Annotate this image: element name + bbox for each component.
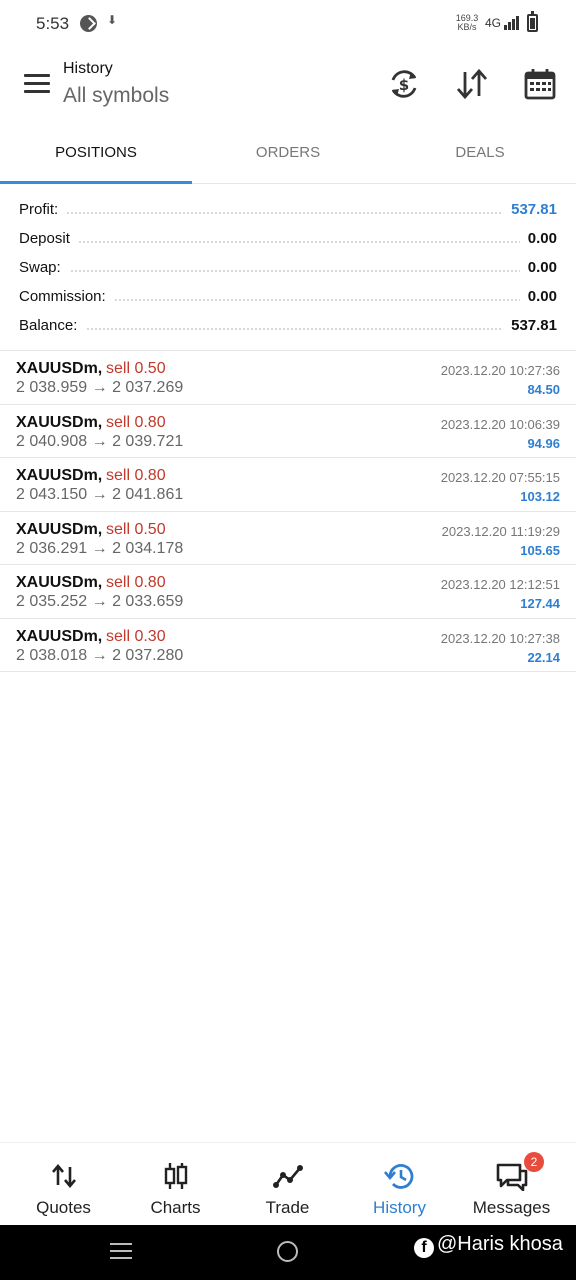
nav-trade[interactable]: Trade — [230, 1143, 345, 1226]
summary-profit: Profit: 537.81 — [0, 196, 576, 225]
position-prices: 2 035.252 → 2 033.659 — [16, 593, 184, 610]
summary-label: Swap: — [19, 259, 69, 276]
position-prices: 2 043.150 → 2 041.861 — [16, 486, 184, 503]
app-header: History All symbols $ — [0, 46, 576, 126]
status-time: 5:53 — [36, 14, 70, 33]
position-profit: 105.65 — [520, 542, 560, 558]
summary-value: 537.81 — [503, 201, 557, 218]
nav-label: Trade — [265, 1198, 310, 1217]
trade-line-icon — [273, 1165, 303, 1188]
position-profit: 22.14 — [527, 649, 560, 665]
tab-bar: POSITIONS ORDERS DEALS — [0, 126, 576, 184]
position-prices: 2 038.018 → 2 037.280 — [16, 646, 184, 664]
positions-list: XAUUSDm, sell 0.50 2 038.959 → 2 037.269… — [0, 350, 576, 672]
network-type: 4G — [485, 16, 502, 30]
position-profit: 127.44 — [520, 596, 560, 611]
nav-history[interactable]: History — [342, 1143, 457, 1226]
position-time: 2023.12.20 10:27:38 — [440, 630, 560, 646]
position-symbol: XAUUSDm, — [16, 520, 103, 538]
currency-exchange-icon[interactable]: $ — [386, 66, 422, 102]
menu-icon[interactable] — [24, 74, 50, 94]
position-row[interactable]: XAUUSDm, sell 0.80 2 035.252 → 2 033.659… — [0, 565, 576, 619]
unread-badge: 2 — [524, 1152, 544, 1172]
summary-panel: Profit: 537.81 Deposit 0.00 Swap: 0.00 C… — [0, 196, 576, 341]
position-symbol: XAUUSDm, — [16, 627, 103, 645]
position-type: sell 0.80 — [106, 413, 166, 431]
battery-icon — [527, 11, 538, 32]
nav-quotes[interactable]: Quotes — [6, 1143, 121, 1226]
position-time: 2023.12.20 07:55:15 — [440, 470, 560, 485]
summary-label: Profit: — [19, 201, 67, 218]
position-time: 2023.12.20 11:19:29 — [441, 523, 560, 539]
system-nav-bar: f @Haris khosa — [0, 1225, 576, 1280]
position-row[interactable]: XAUUSDm, sell 0.80 2 043.150 → 2 041.861… — [0, 458, 576, 512]
sort-icon[interactable] — [454, 66, 490, 102]
position-prices: 2 038.959 → 2 037.269 — [16, 379, 184, 396]
calendar-icon[interactable] — [522, 66, 558, 102]
summary-value: 0.00 — [519, 259, 557, 276]
nav-label: Charts — [150, 1198, 201, 1217]
position-symbol: XAUUSDm, — [16, 467, 103, 484]
tab-deals[interactable]: DEALS — [384, 126, 576, 184]
position-prices: 2 036.291 → 2 034.178 — [16, 539, 184, 557]
position-profit: 94.96 — [527, 435, 560, 451]
position-time: 2023.12.20 10:06:39 — [440, 416, 560, 432]
svg-text:$: $ — [399, 76, 409, 94]
position-symbol: XAUUSDm, — [16, 413, 103, 431]
nav-messages[interactable]: 2 Messages — [454, 1143, 569, 1226]
position-type: sell 0.50 — [106, 520, 166, 538]
status-bar: 5:53 ⬇ 169.3 KB/s 4G — [0, 0, 576, 46]
home-icon[interactable] — [277, 1241, 298, 1262]
summary-value: 537.81 — [503, 317, 557, 334]
position-row[interactable]: XAUUSDm, sell 0.80 2 040.908 → 2 039.721… — [0, 405, 576, 458]
summary-value: 0.00 — [519, 230, 557, 247]
signal-icon — [504, 16, 520, 30]
position-symbol: XAUUSDm, — [16, 360, 103, 377]
position-row[interactable]: XAUUSDm, sell 0.30 2 038.018 → 2 037.280… — [0, 619, 576, 672]
download-arrow-icon: ⬇ — [107, 13, 118, 27]
page-title: History — [63, 60, 113, 77]
nav-label: Quotes — [36, 1198, 91, 1217]
position-type: sell 0.30 — [106, 627, 166, 645]
nav-label: Messages — [472, 1198, 551, 1217]
position-time: 2023.12.20 10:27:36 — [440, 363, 560, 378]
recent-apps-icon[interactable] — [110, 1243, 132, 1261]
tab-positions[interactable]: POSITIONS — [0, 126, 192, 184]
summary-label: Balance: — [19, 317, 86, 334]
facebook-icon: f — [414, 1238, 434, 1258]
position-profit: 84.50 — [527, 382, 560, 397]
summary-commission: Commission: 0.00 — [0, 283, 576, 312]
position-type: sell 0.50 — [106, 360, 166, 377]
summary-label: Commission: — [19, 288, 114, 305]
position-row[interactable]: XAUUSDm, sell 0.50 2 038.959 → 2 037.269… — [0, 351, 576, 405]
position-time: 2023.12.20 12:12:51 — [440, 577, 560, 592]
net-speed: 169.3 KB/s — [453, 14, 481, 32]
position-profit: 103.12 — [520, 489, 560, 504]
summary-label: Deposit — [19, 230, 78, 247]
summary-value: 0.00 — [519, 288, 557, 305]
position-type: sell 0.80 — [106, 574, 166, 591]
symbol-filter[interactable]: All symbols — [63, 84, 169, 108]
tab-orders[interactable]: ORDERS — [192, 126, 384, 184]
position-row[interactable]: XAUUSDm, sell 0.50 2 036.291 → 2 034.178… — [0, 512, 576, 565]
nav-charts[interactable]: Charts — [118, 1143, 233, 1226]
position-prices: 2 040.908 → 2 039.721 — [16, 432, 184, 450]
watermark: f @Haris khosa — [414, 1233, 563, 1258]
summary-balance: Balance: 537.81 — [0, 312, 576, 341]
position-type: sell 0.80 — [106, 467, 166, 484]
position-symbol: XAUUSDm, — [16, 574, 103, 591]
summary-deposit: Deposit 0.00 — [0, 225, 576, 254]
bottom-nav: Quotes Charts Trade History 2 Messages — [0, 1142, 576, 1225]
watermark-text: @Haris khosa — [437, 1233, 563, 1255]
vpn-icon — [80, 15, 97, 32]
active-tab-indicator — [0, 181, 192, 184]
history-icon — [384, 1164, 414, 1189]
candlestick-icon — [164, 1163, 188, 1189]
net-speed-unit: KB/s — [457, 22, 477, 32]
nav-label: History — [373, 1198, 426, 1217]
quotes-icon — [52, 1163, 76, 1189]
summary-swap: Swap: 0.00 — [0, 254, 576, 283]
